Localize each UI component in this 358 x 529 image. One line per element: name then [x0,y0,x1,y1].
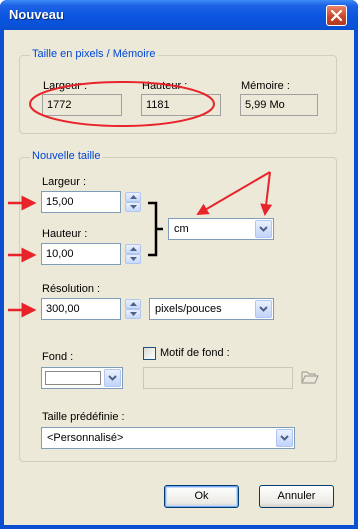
pattern-path-input [143,367,293,389]
arrow-up-icon [130,247,137,251]
background-label: Fond : [42,351,74,363]
new-size-legend: Nouvelle taille [30,150,103,162]
pixel-width-value: 1772 [42,94,122,116]
close-button[interactable] [326,5,347,26]
ok-button[interactable]: Ok [164,485,239,508]
window-frame-right [354,30,358,529]
chevron-down-icon [259,306,268,312]
pattern-checkbox-label[interactable]: Motif de fond : [160,347,230,359]
preset-size-label: Taille prédéfinie : [42,411,125,423]
chevron-down-icon [108,375,117,381]
window-frame-bottom [0,525,358,529]
arrow-up-icon [130,302,137,306]
size-unit-value: cm [174,223,189,235]
height-spin-down[interactable] [125,254,141,264]
pixel-width-label: Largeur : [43,80,88,92]
memory-value: 5,99 Mo [240,94,318,116]
background-color-dropdown-button[interactable] [104,369,121,387]
preset-size-value: <Personnalisé> [47,432,124,444]
arrow-up-icon [130,195,137,199]
resolution-unit-value: pixels/pouces [155,303,222,315]
pixel-size-legend: Taille en pixels / Mémoire [30,48,158,60]
arrow-down-icon [130,312,137,316]
resolution-spinner[interactable] [125,299,141,319]
cancel-button[interactable]: Annuler [259,485,334,508]
resolution-input[interactable]: 300,00 [41,298,121,320]
title-bar[interactable]: Nouveau [0,0,358,30]
pixel-height-value: 1181 [141,94,221,116]
window-title: Nouveau [9,7,64,22]
resolution-spin-up[interactable] [125,299,141,309]
height-spin-up[interactable] [125,244,141,254]
width-spinner[interactable] [125,192,141,212]
new-width-label: Largeur : [42,176,87,188]
pixel-height-label: Hauteur : [142,80,188,92]
resolution-spin-down[interactable] [125,309,141,319]
open-folder-icon[interactable] [301,370,319,385]
new-height-input[interactable]: 10,00 [41,243,121,265]
chevron-down-icon [280,435,289,441]
resolution-label: Résolution : [42,283,101,295]
resolution-unit-dropdown-button[interactable] [255,300,272,318]
arrow-down-icon [130,257,137,261]
width-spin-up[interactable] [125,192,141,202]
size-unit-dropdown-button[interactable] [255,220,272,238]
new-height-label: Hauteur : [42,228,88,240]
width-spin-down[interactable] [125,202,141,212]
resolution-unit-select[interactable]: pixels/pouces [149,298,274,320]
background-color-select[interactable] [41,367,123,389]
height-spinner[interactable] [125,244,141,264]
size-unit-select[interactable]: cm [168,218,274,240]
pattern-checkbox[interactable] [143,347,156,360]
chevron-down-icon [259,226,268,232]
close-x-icon [331,10,342,21]
background-color-swatch [45,371,101,385]
new-width-input[interactable]: 15,00 [41,191,121,213]
preset-size-select[interactable]: <Personnalisé> [41,427,295,449]
memory-label: Mémoire : [241,80,290,92]
arrow-down-icon [130,205,137,209]
preset-size-dropdown-button[interactable] [276,429,293,447]
